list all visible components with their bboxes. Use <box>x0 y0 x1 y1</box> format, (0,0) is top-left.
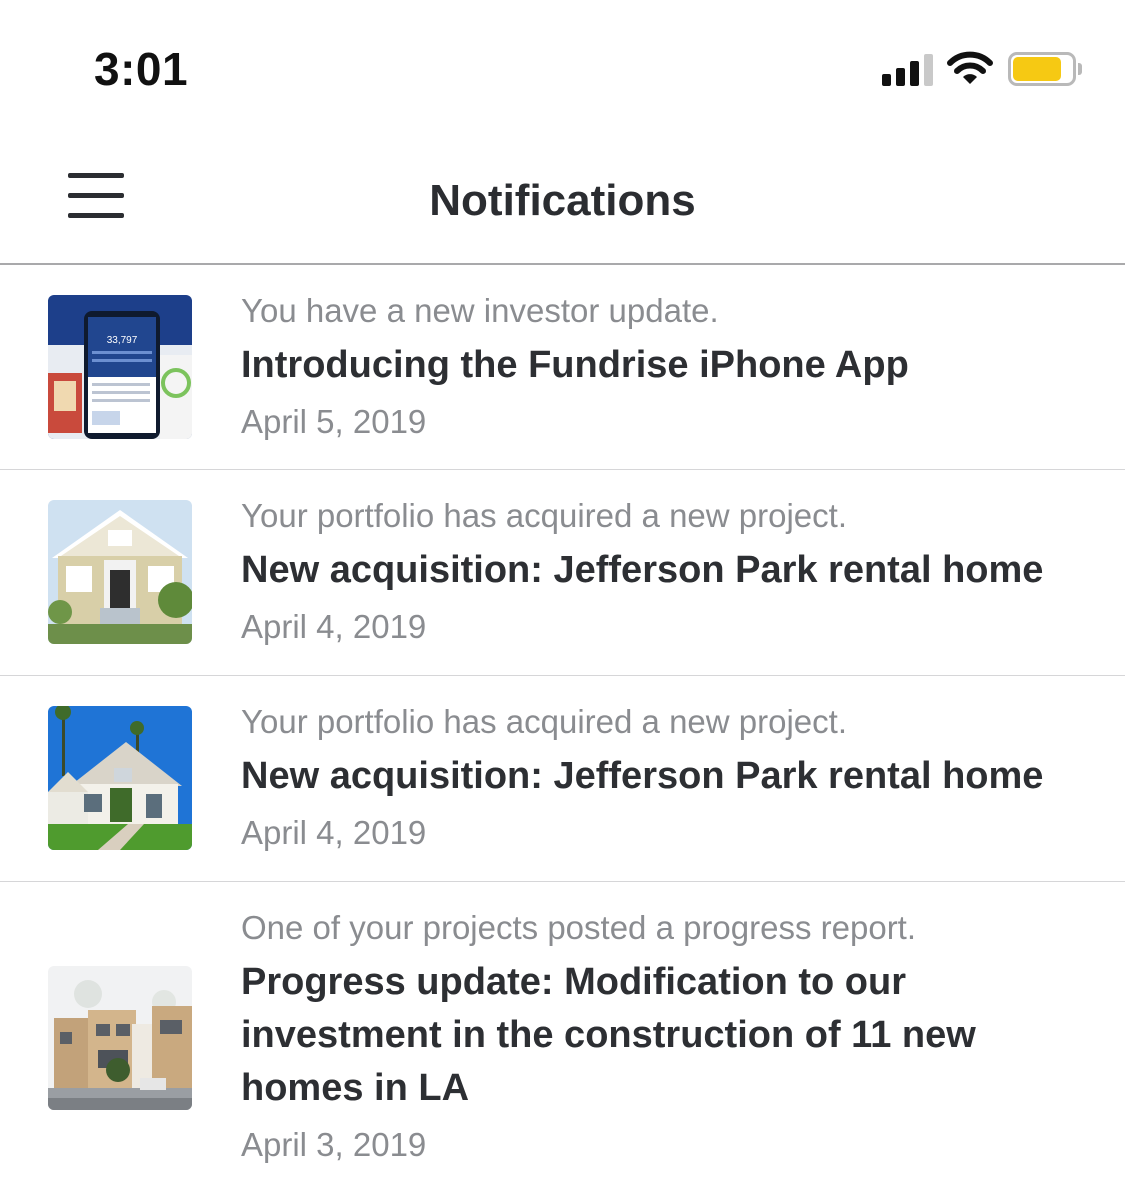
cellular-signal-icon <box>882 54 934 86</box>
notification-title: New acquisition: Jefferson Park rental h… <box>241 549 1044 591</box>
notification-subtitle: Your portfolio has acquired a new projec… <box>241 703 847 740</box>
notification-subtitle: Your portfolio has acquired a new projec… <box>241 497 847 534</box>
notification-item[interactable]: Your portfolio has acquired a new projec… <box>0 676 1125 882</box>
notification-date: April 4, 2019 <box>241 608 427 645</box>
app-screenshot-thumbnail: 33,797 <box>48 295 192 439</box>
house-photo-thumbnail <box>48 500 192 644</box>
construction-rendering-thumbnail <box>48 966 192 1110</box>
notification-date: April 4, 2019 <box>241 814 427 851</box>
notification-title: Progress update: Modification to our inv… <box>241 961 976 1109</box>
notification-title: New acquisition: Jefferson Park rental h… <box>241 755 1044 797</box>
notification-title: Introducing the Fundrise iPhone App <box>241 344 909 386</box>
battery-icon <box>1008 52 1082 86</box>
notification-item[interactable]: Your portfolio has acquired a new projec… <box>0 470 1125 676</box>
notification-subtitle: One of your projects posted a progress r… <box>241 909 917 946</box>
page-title: Notifications <box>429 176 696 225</box>
notification-date: April 5, 2019 <box>241 403 427 440</box>
notification-list: 33,797 You have a new investor update. I… <box>0 265 1125 1189</box>
wifi-icon <box>946 50 994 88</box>
notification-subtitle: You have a new investor update. <box>241 292 719 329</box>
nav-bar: Notifications <box>0 140 1125 265</box>
status-time: 3:01 <box>94 43 189 95</box>
house-photo-thumbnail <box>48 706 192 850</box>
svg-text:33,797: 33,797 <box>107 335 138 346</box>
notification-item[interactable]: 33,797 You have a new investor update. I… <box>0 265 1125 470</box>
notification-item[interactable]: One of your projects posted a progress r… <box>0 882 1125 1189</box>
status-bar: 3:01 <box>0 0 1125 140</box>
notification-date: April 3, 2019 <box>241 1126 427 1163</box>
